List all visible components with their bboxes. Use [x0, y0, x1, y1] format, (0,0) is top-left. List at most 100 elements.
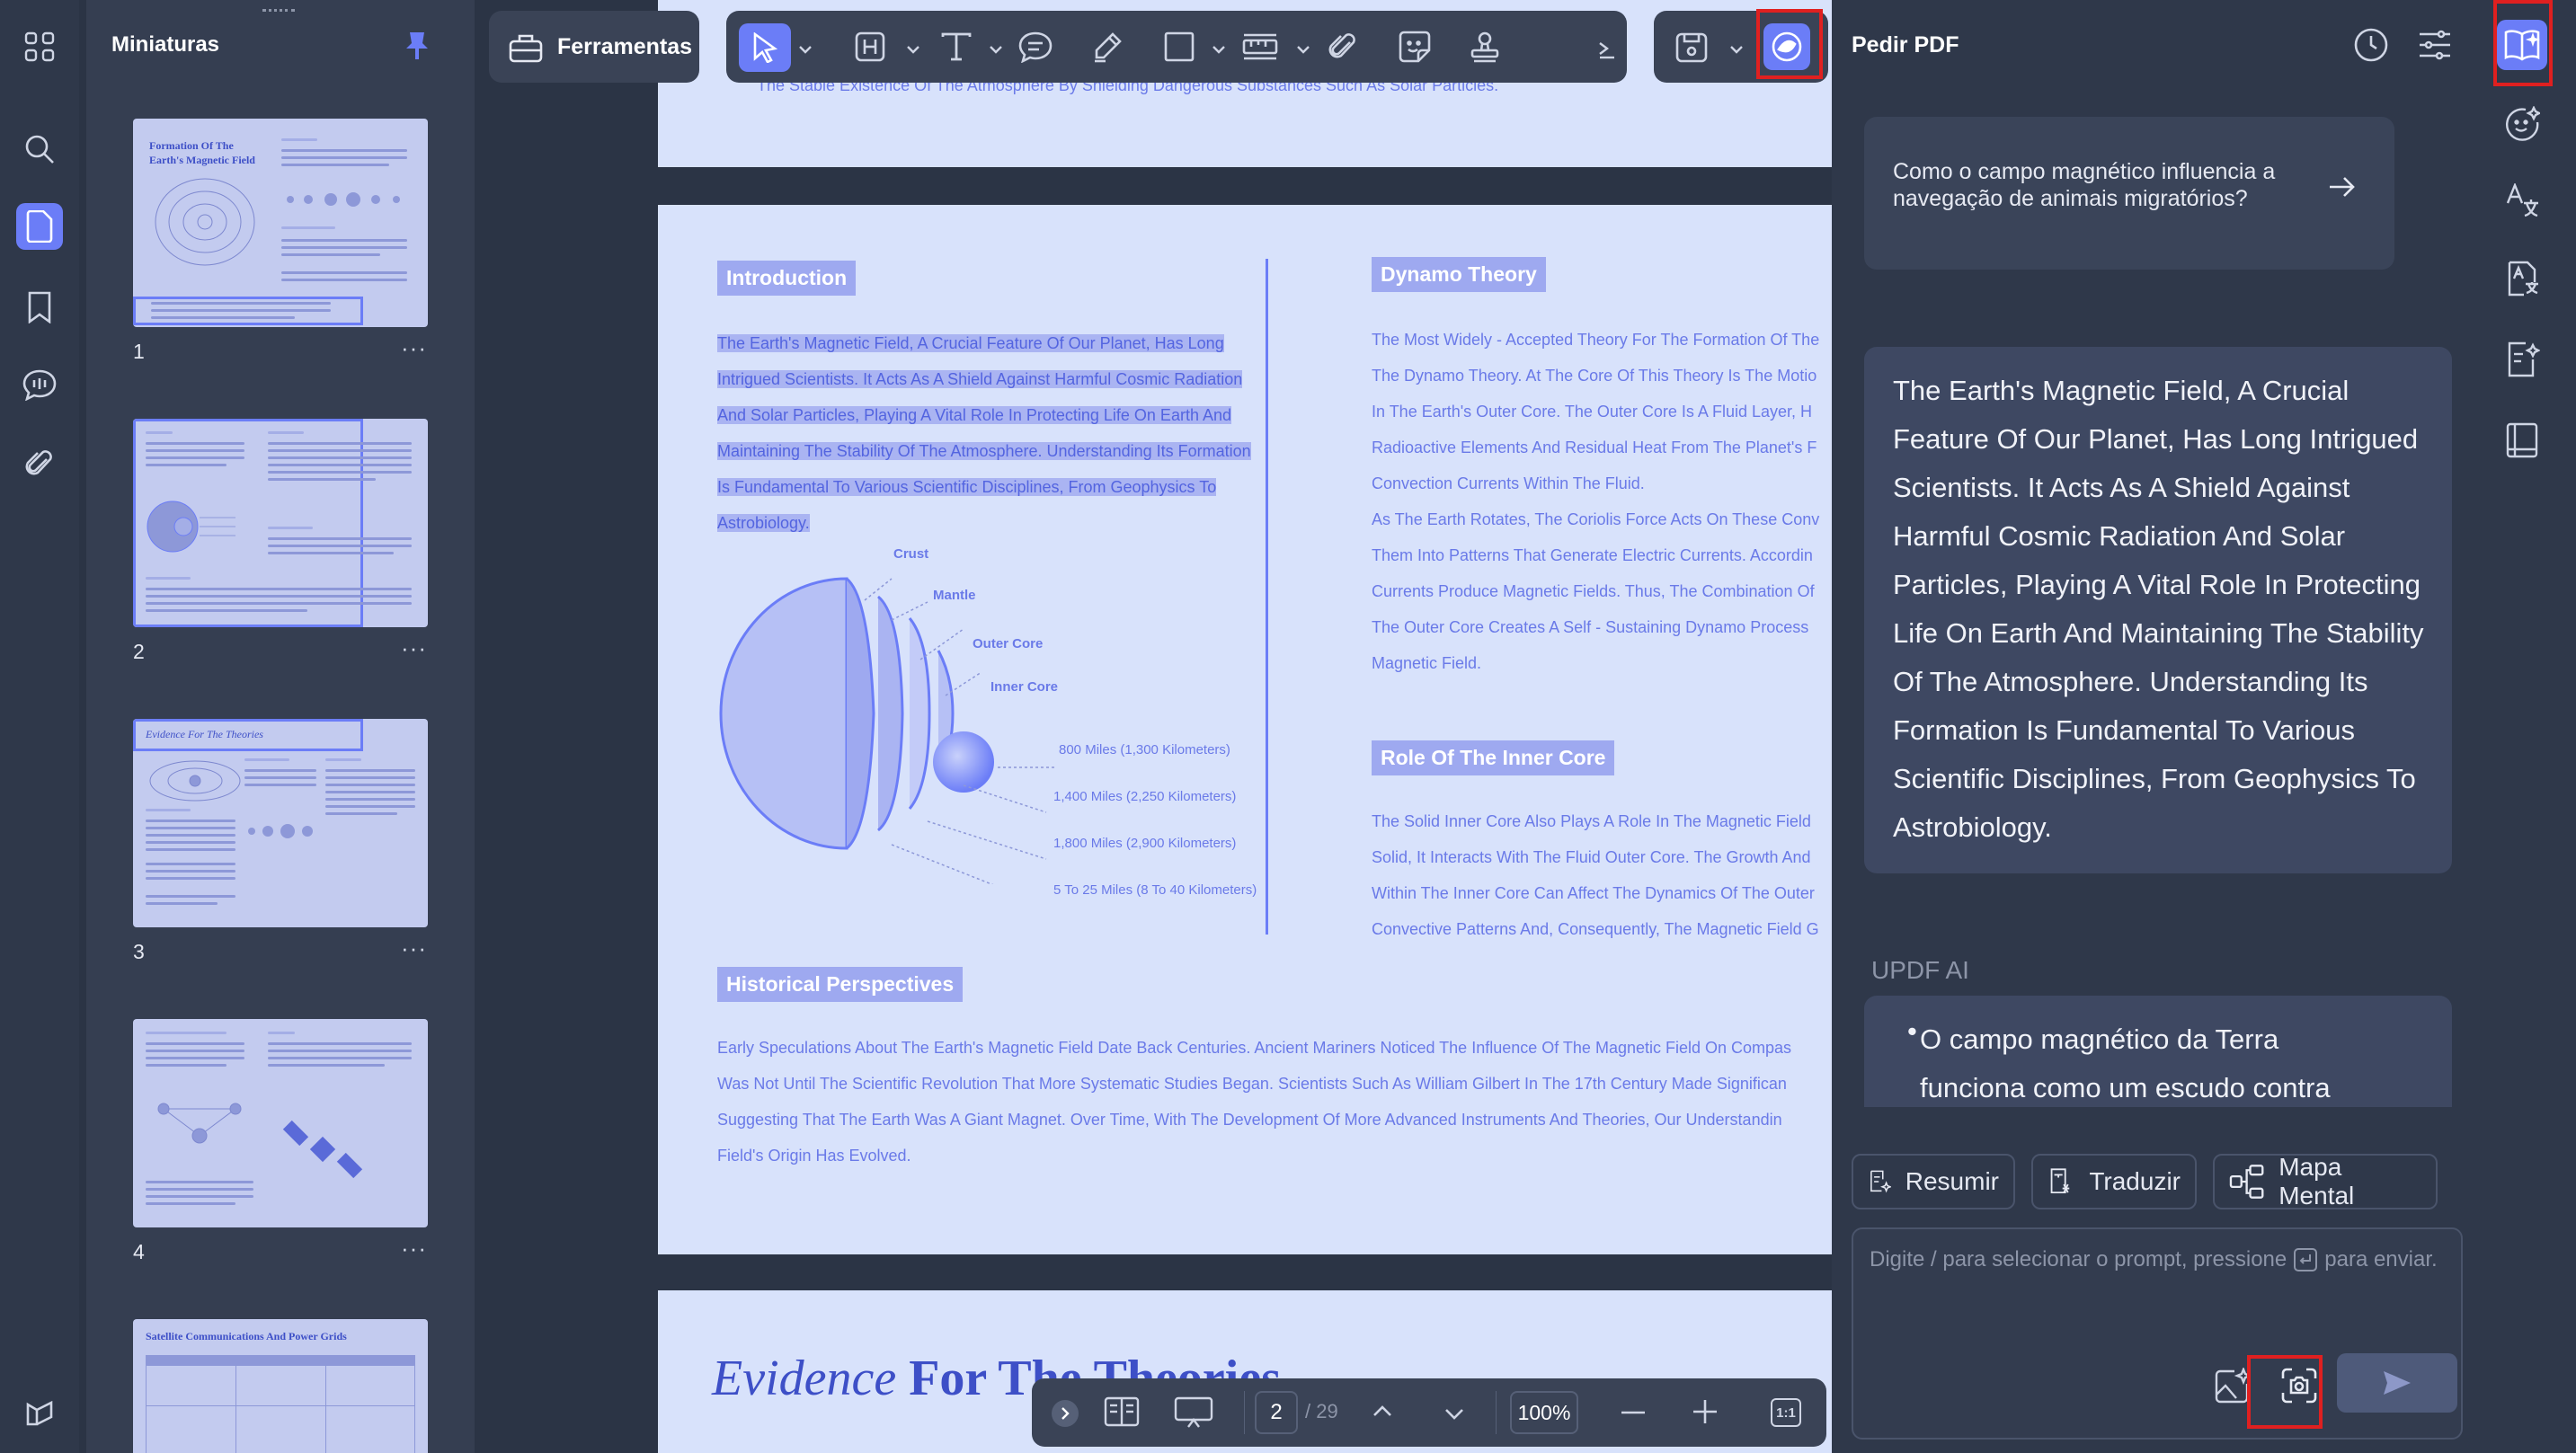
ai-summary-doc-icon[interactable] — [2504, 341, 2540, 377]
chevron-down-icon[interactable] — [989, 45, 1003, 54]
layers-icon[interactable] — [16, 1389, 63, 1436]
next-page-icon[interactable] — [1443, 1407, 1465, 1422]
prompt-input[interactable]: Digite / para selecionar o prompt, press… — [1852, 1227, 2463, 1440]
thumbnails-panel: Miniaturas Formation Of The Earth's Magn… — [86, 0, 475, 1453]
network-thumb — [157, 1103, 242, 1144]
ai-answer: • O campo magnético da Terra funciona co… — [1864, 996, 2452, 1107]
suggested-question[interactable]: Como o campo magnético influencia a nave… — [1864, 117, 2394, 270]
history-line: Field's Origin Has Evolved. — [717, 1147, 911, 1165]
attachment-icon[interactable] — [16, 440, 63, 487]
thumbnail-page-4[interactable] — [133, 1019, 428, 1227]
previous-page-icon[interactable] — [1372, 1404, 1393, 1418]
bookmark-icon[interactable] — [16, 284, 63, 331]
more-options-icon[interactable]: ··· — [401, 634, 427, 662]
inner-core-paragraph[interactable]: The Solid Inner Core Also Plays A Role I… — [1372, 803, 1819, 947]
settings-sliders-icon[interactable] — [2418, 29, 2452, 61]
page-layout-icon[interactable] — [1104, 1396, 1140, 1427]
stamp-tool-icon[interactable] — [1461, 23, 1508, 70]
comment-tool-icon[interactable] — [1012, 23, 1059, 70]
actual-size-button[interactable]: 1:1 — [1771, 1398, 1801, 1427]
chevron-down-icon[interactable] — [906, 45, 920, 54]
page-number-input[interactable]: 2 — [1255, 1391, 1298, 1434]
inner-core-line: Convective Patterns And, Consequently, T… — [1372, 920, 1819, 938]
intro-line: Intrigued Scientists. It Acts As A Shiel… — [717, 370, 1243, 388]
quote-line: Life On Earth And Maintaining The Stabil… — [1893, 617, 2424, 649]
intro-line: Maintaining The Stability Of The Atmosph… — [717, 442, 1251, 460]
thumbnail-page-1[interactable]: Formation Of The Earth's Magnetic Field — [133, 119, 428, 327]
diagram-label-outer-core: Outer Core — [973, 636, 1044, 651]
history-icon[interactable] — [2353, 27, 2389, 63]
image-ai-icon[interactable] — [2215, 1368, 2251, 1404]
mindmap-label: Mapa Mental — [2278, 1153, 2355, 1209]
attach-file-tool-icon[interactable] — [1319, 23, 1366, 70]
history-line: Suggesting That The Earth Was A Giant Ma… — [717, 1111, 1782, 1129]
chat-ai-icon[interactable] — [2504, 106, 2540, 142]
send-icon — [2384, 1371, 2411, 1395]
highlight-box-ask-pdf — [2493, 0, 2553, 86]
translate-ai-icon[interactable] — [2504, 183, 2540, 219]
send-button[interactable] — [2337, 1353, 2457, 1413]
more-options-icon[interactable]: ··· — [401, 935, 427, 962]
comments-icon[interactable] — [16, 361, 63, 408]
rectangle-tool-icon[interactable] — [1156, 23, 1203, 70]
translate-button[interactable]: Traduzir — [2031, 1154, 2197, 1209]
select-tool-icon[interactable] — [739, 23, 791, 72]
title-italic: Evidence — [712, 1351, 897, 1406]
field-diagram-thumb — [155, 178, 255, 266]
grid-icon[interactable] — [16, 23, 63, 70]
tools-button[interactable]: Ferramentas — [489, 11, 699, 83]
answer-line: O campo magnético da Terra — [1920, 1023, 2279, 1055]
expand-icon[interactable] — [1052, 1400, 1079, 1427]
chevron-down-icon[interactable] — [1296, 45, 1310, 54]
thumbnail-number: 2 — [133, 640, 145, 663]
earth-layers-thumb — [147, 501, 235, 553]
heading-tool-icon[interactable] — [847, 23, 893, 70]
column-divider — [1266, 259, 1268, 935]
section-heading-introduction: Introduction — [717, 261, 857, 296]
arrow-right-icon[interactable] — [2328, 174, 2357, 199]
measure-tool-icon[interactable] — [1237, 23, 1284, 70]
presentation-icon[interactable] — [1174, 1396, 1213, 1429]
thumbnail-number: 4 — [133, 1240, 145, 1263]
signature-tool-icon[interactable] — [1596, 38, 1616, 59]
panel-title: Miniaturas — [111, 32, 220, 57]
search-icon[interactable] — [16, 126, 63, 173]
dynamo-paragraph[interactable]: The Most Widely - Accepted Theory For Th… — [1372, 322, 1819, 681]
quote-line: Scientific Disciplines, From Geophysics … — [1893, 763, 2416, 794]
sticker-tool-icon[interactable] — [1391, 23, 1438, 70]
history-paragraph[interactable]: Early Speculations About The Earth's Mag… — [717, 1030, 1791, 1174]
document-viewer[interactable]: The Stable Existence Of The Atmosphere B… — [482, 0, 1832, 1453]
chevron-down-icon[interactable] — [798, 45, 813, 54]
thumbnail-page-3[interactable]: Evidence For The Theories — [133, 719, 428, 927]
chevron-down-icon[interactable] — [1729, 45, 1744, 54]
more-options-icon[interactable]: ··· — [401, 1235, 427, 1263]
chevron-down-icon[interactable] — [1212, 45, 1226, 54]
save-icon[interactable] — [1668, 23, 1715, 70]
translate-doc-icon[interactable] — [2504, 261, 2540, 297]
pages-icon[interactable] — [16, 203, 63, 250]
dynamo-line: The Outer Core Creates A Self - Sustaini… — [1372, 618, 1809, 636]
page-total: / 29 — [1305, 1400, 1338, 1422]
history-line: Early Speculations About The Earth's Mag… — [717, 1039, 1792, 1057]
resize-handle[interactable] — [262, 9, 295, 14]
summarize-label: Resumir — [1905, 1167, 1999, 1195]
pencil-tool-icon[interactable] — [1084, 23, 1131, 70]
more-options-icon[interactable]: ··· — [401, 334, 427, 362]
intro-paragraph[interactable]: The Earth's Magnetic Field, A Crucial Fe… — [717, 325, 1251, 541]
text-tool-icon[interactable] — [933, 23, 980, 70]
reader-mode-icon[interactable] — [2504, 422, 2540, 458]
zoom-input[interactable]: 100% — [1510, 1391, 1578, 1434]
summarize-button[interactable]: Resumir — [1852, 1154, 2015, 1209]
dynamo-line: In The Earth's Outer Core. The Outer Cor… — [1372, 403, 1812, 421]
right-rail — [2475, 0, 2576, 1453]
intro-line: Astrobiology. — [717, 514, 810, 532]
mindmap-button[interactable]: Mapa Mental — [2213, 1153, 2438, 1209]
thumbnail-page-5[interactable]: Satellite Communications And Power Grids — [133, 1319, 428, 1453]
zoom-in-icon[interactable] — [1693, 1400, 1717, 1423]
thumbnail-page-2[interactable] — [133, 419, 428, 627]
zoom-out-icon[interactable] — [1621, 1411, 1645, 1414]
pin-icon[interactable] — [404, 31, 430, 61]
field-thumb — [149, 760, 241, 802]
thumbnail-number: 3 — [133, 940, 145, 963]
quote-line: Scientists. It Acts As A Shield Against — [1893, 472, 2350, 503]
